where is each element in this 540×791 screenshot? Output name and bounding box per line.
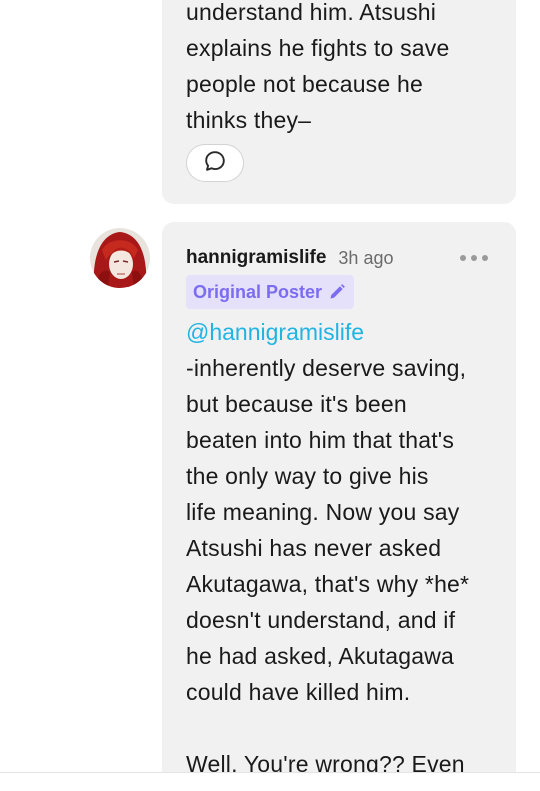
- username-link[interactable]: hannigramislife: [186, 247, 326, 269]
- comment-line: doesn't understand, and if: [186, 607, 456, 633]
- comments-thread: understand him. Atsushi explains he figh…: [0, 0, 540, 791]
- comment-line: life meaning. Now you say: [186, 499, 460, 525]
- comment-text: -inherently deserve saving, but because …: [186, 350, 506, 782]
- comment-line: beaten into him that that's: [186, 427, 455, 453]
- comment-bubble: hannigramislife 3h ago Original Poster @…: [162, 222, 516, 791]
- original-poster-badge: Original Poster: [186, 275, 355, 309]
- comment-header: hannigramislife 3h ago: [186, 244, 393, 272]
- more-options-button[interactable]: [460, 250, 488, 266]
- comment-line: Atsushi has never asked: [186, 535, 442, 561]
- comment-line: thinks they–: [186, 107, 312, 133]
- more-options-icon: [482, 255, 488, 261]
- comment-line: explains he fights to save: [186, 35, 450, 61]
- reply-button[interactable]: [186, 144, 244, 182]
- more-options-icon: [460, 255, 466, 261]
- pencil-icon: [328, 283, 346, 301]
- comment-line: he had asked, Akutagawa: [186, 643, 455, 669]
- mention-link[interactable]: @hannigramislife: [186, 314, 364, 350]
- speech-bubble-icon: [203, 149, 227, 178]
- comment-line: but because it's been: [186, 391, 407, 417]
- badge-label: Original Poster: [193, 281, 323, 302]
- comment-line: could have killed him.: [186, 679, 411, 705]
- comment-line: understand him. Atsushi: [186, 0, 437, 25]
- comment-line: the only way to give his: [186, 463, 429, 489]
- more-options-icon: [471, 255, 477, 261]
- comment-line: people not because he: [186, 71, 423, 97]
- bottom-bar: [0, 772, 540, 791]
- timestamp: 3h ago: [338, 247, 394, 268]
- previous-comment-text: understand him. Atsushi explains he figh…: [186, 0, 506, 138]
- previous-comment-bubble: understand him. Atsushi explains he figh…: [162, 0, 516, 204]
- comment-line: Akutagawa, that's why *he*: [186, 571, 470, 597]
- comment-line: -inherently deserve saving,: [186, 355, 467, 381]
- avatar[interactable]: [90, 228, 150, 288]
